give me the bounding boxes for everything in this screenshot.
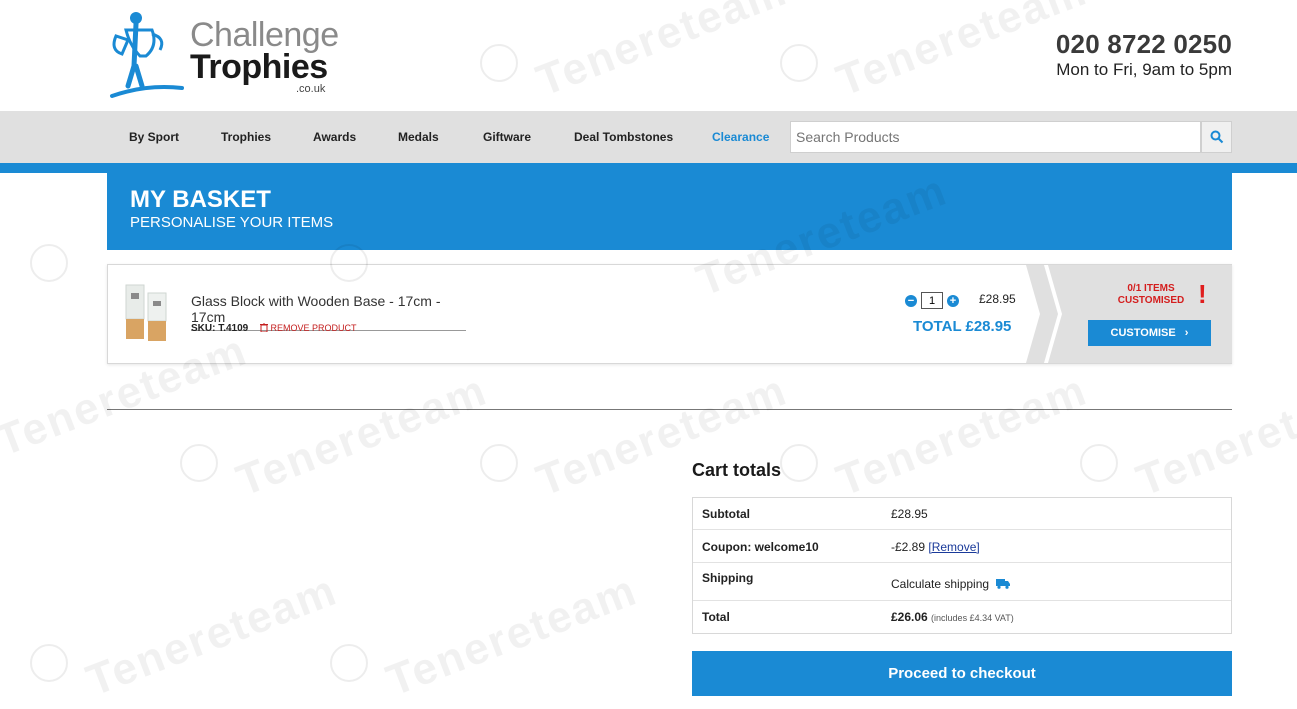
page-subtitle: PERSONALISE YOUR ITEMS xyxy=(130,214,334,231)
calculate-shipping-label: Calculate shipping xyxy=(891,577,990,591)
vat-note: (includes £4.34 VAT) xyxy=(931,613,1014,623)
remove-coupon-link[interactable]: [Remove] xyxy=(928,540,979,554)
nav-item-clearance[interactable]: Clearance xyxy=(712,130,769,144)
page-title: MY BASKET xyxy=(130,186,271,213)
nav-item-medals[interactable]: Medals xyxy=(398,130,439,144)
watermark-text: Tenereteam xyxy=(530,365,794,506)
table-row-shipping: Shipping Calculate shipping xyxy=(693,563,1231,601)
customise-button[interactable]: CUSTOMISE › xyxy=(1088,320,1211,346)
watermark-seal-icon xyxy=(180,444,218,482)
row-label: Subtotal xyxy=(702,507,750,521)
quantity-input[interactable] xyxy=(921,292,943,309)
search-button[interactable] xyxy=(1201,121,1232,153)
watermark-text: Tenereteam xyxy=(830,365,1094,506)
opening-hours: Mon to Fri, 9am to 5pm xyxy=(1056,60,1232,79)
order-total: £26.06 xyxy=(891,610,928,624)
row-label: Coupon: welcome10 xyxy=(702,540,819,554)
watermark-text: Tenereteam xyxy=(80,565,344,706)
row-value: £26.06 (includes £4.34 VAT) xyxy=(891,610,1014,624)
truck-icon xyxy=(996,579,1011,589)
watermark-seal-icon xyxy=(1080,444,1118,482)
watermark-seal-icon xyxy=(330,644,368,682)
watermark-seal-icon xyxy=(480,444,518,482)
logo-domain: .co.uk xyxy=(296,83,326,95)
product-sku: SKU: T.4109 xyxy=(191,323,249,334)
watermark-seal-icon xyxy=(780,444,818,482)
customised-count: 0/1 ITEMS CUSTOMISED xyxy=(1101,283,1201,307)
row-value: -£2.89 [Remove] xyxy=(891,540,980,554)
nav-item-awards[interactable]: Awards xyxy=(313,130,356,144)
contact-block: 020 8722 0250 Mon to Fri, 9am to 5pm xyxy=(1056,29,1232,81)
nav-item-deal-tombstones[interactable]: Deal Tombstones xyxy=(574,130,673,144)
product-thumbnail[interactable] xyxy=(122,283,172,345)
watermark-text: Tenereteam xyxy=(230,365,494,506)
watermark-seal-icon xyxy=(30,644,68,682)
main-nav: By Sport Trophies Awards Medals Giftware… xyxy=(0,111,1297,173)
trophy-figure-icon xyxy=(110,12,184,98)
watermark-text: Tenereteam xyxy=(1130,365,1297,506)
trash-icon xyxy=(260,322,268,333)
row-label: Shipping xyxy=(702,571,754,585)
nav-item-giftware[interactable]: Giftware xyxy=(483,130,531,144)
coupon-discount: -£2.89 xyxy=(891,540,926,554)
basket-banner: MY BASKET PERSONALISE YOUR ITEMS xyxy=(107,173,1232,250)
site-logo[interactable]: Challenge Trophies .co.uk xyxy=(106,10,339,102)
unit-price: £28.95 xyxy=(979,292,1016,306)
watermark-seal-icon xyxy=(30,244,68,282)
search-icon xyxy=(1210,130,1223,144)
logo-word-challenge: Challenge xyxy=(190,16,339,54)
nav-item-trophies[interactable]: Trophies xyxy=(221,130,271,144)
nav-item-by-sport[interactable]: By Sport xyxy=(129,130,179,144)
table-row-total: Total £26.06 (includes £4.34 VAT) xyxy=(693,601,1231,633)
proceed-to-checkout-button[interactable]: Proceed to checkout xyxy=(692,651,1232,696)
row-value: £28.95 xyxy=(891,507,928,521)
increase-quantity-button[interactable]: + xyxy=(947,294,959,307)
customised-count-value: 0/1 ITEMS xyxy=(1127,283,1175,294)
search-input[interactable] xyxy=(790,121,1201,153)
basket-item: Glass Block with Wooden Base - 17cm - 17… xyxy=(107,264,1232,364)
row-label: Total xyxy=(702,610,730,624)
remove-product-link[interactable]: REMOVE PRODUCT xyxy=(260,322,357,333)
cart-totals-table: Subtotal £28.95 Coupon: welcome10 -£2.89… xyxy=(692,497,1232,634)
line-total: TOTAL £28.95 xyxy=(913,318,1012,335)
chevron-right-icon: › xyxy=(1184,327,1189,339)
section-divider xyxy=(107,409,1232,410)
customised-count-label: CUSTOMISED xyxy=(1117,295,1185,306)
nav-accent-bar xyxy=(0,163,1297,173)
customise-button-label: CUSTOMISE xyxy=(1110,327,1176,339)
table-row-coupon: Coupon: welcome10 -£2.89 [Remove] xyxy=(693,530,1231,563)
phone-number[interactable]: 020 8722 0250 xyxy=(1056,29,1232,59)
remove-product-label: REMOVE PRODUCT xyxy=(270,323,357,333)
calculate-shipping-link[interactable]: Calculate shipping xyxy=(891,577,1011,591)
warning-exclamation-icon: ! xyxy=(1198,279,1207,309)
quantity-stepper: − + xyxy=(905,292,959,309)
site-header: Challenge Trophies .co.uk 020 8722 0250 … xyxy=(0,0,1297,111)
watermark-text: Tenereteam xyxy=(380,565,644,706)
logo-word-trophies: Trophies xyxy=(190,48,328,86)
decrease-quantity-button[interactable]: − xyxy=(905,294,917,307)
cart-totals-title: Cart totals xyxy=(692,460,782,480)
table-row-subtotal: Subtotal £28.95 xyxy=(693,498,1231,530)
customise-panel: 0/1 ITEMS CUSTOMISED ! CUSTOMISE › xyxy=(1026,265,1232,363)
